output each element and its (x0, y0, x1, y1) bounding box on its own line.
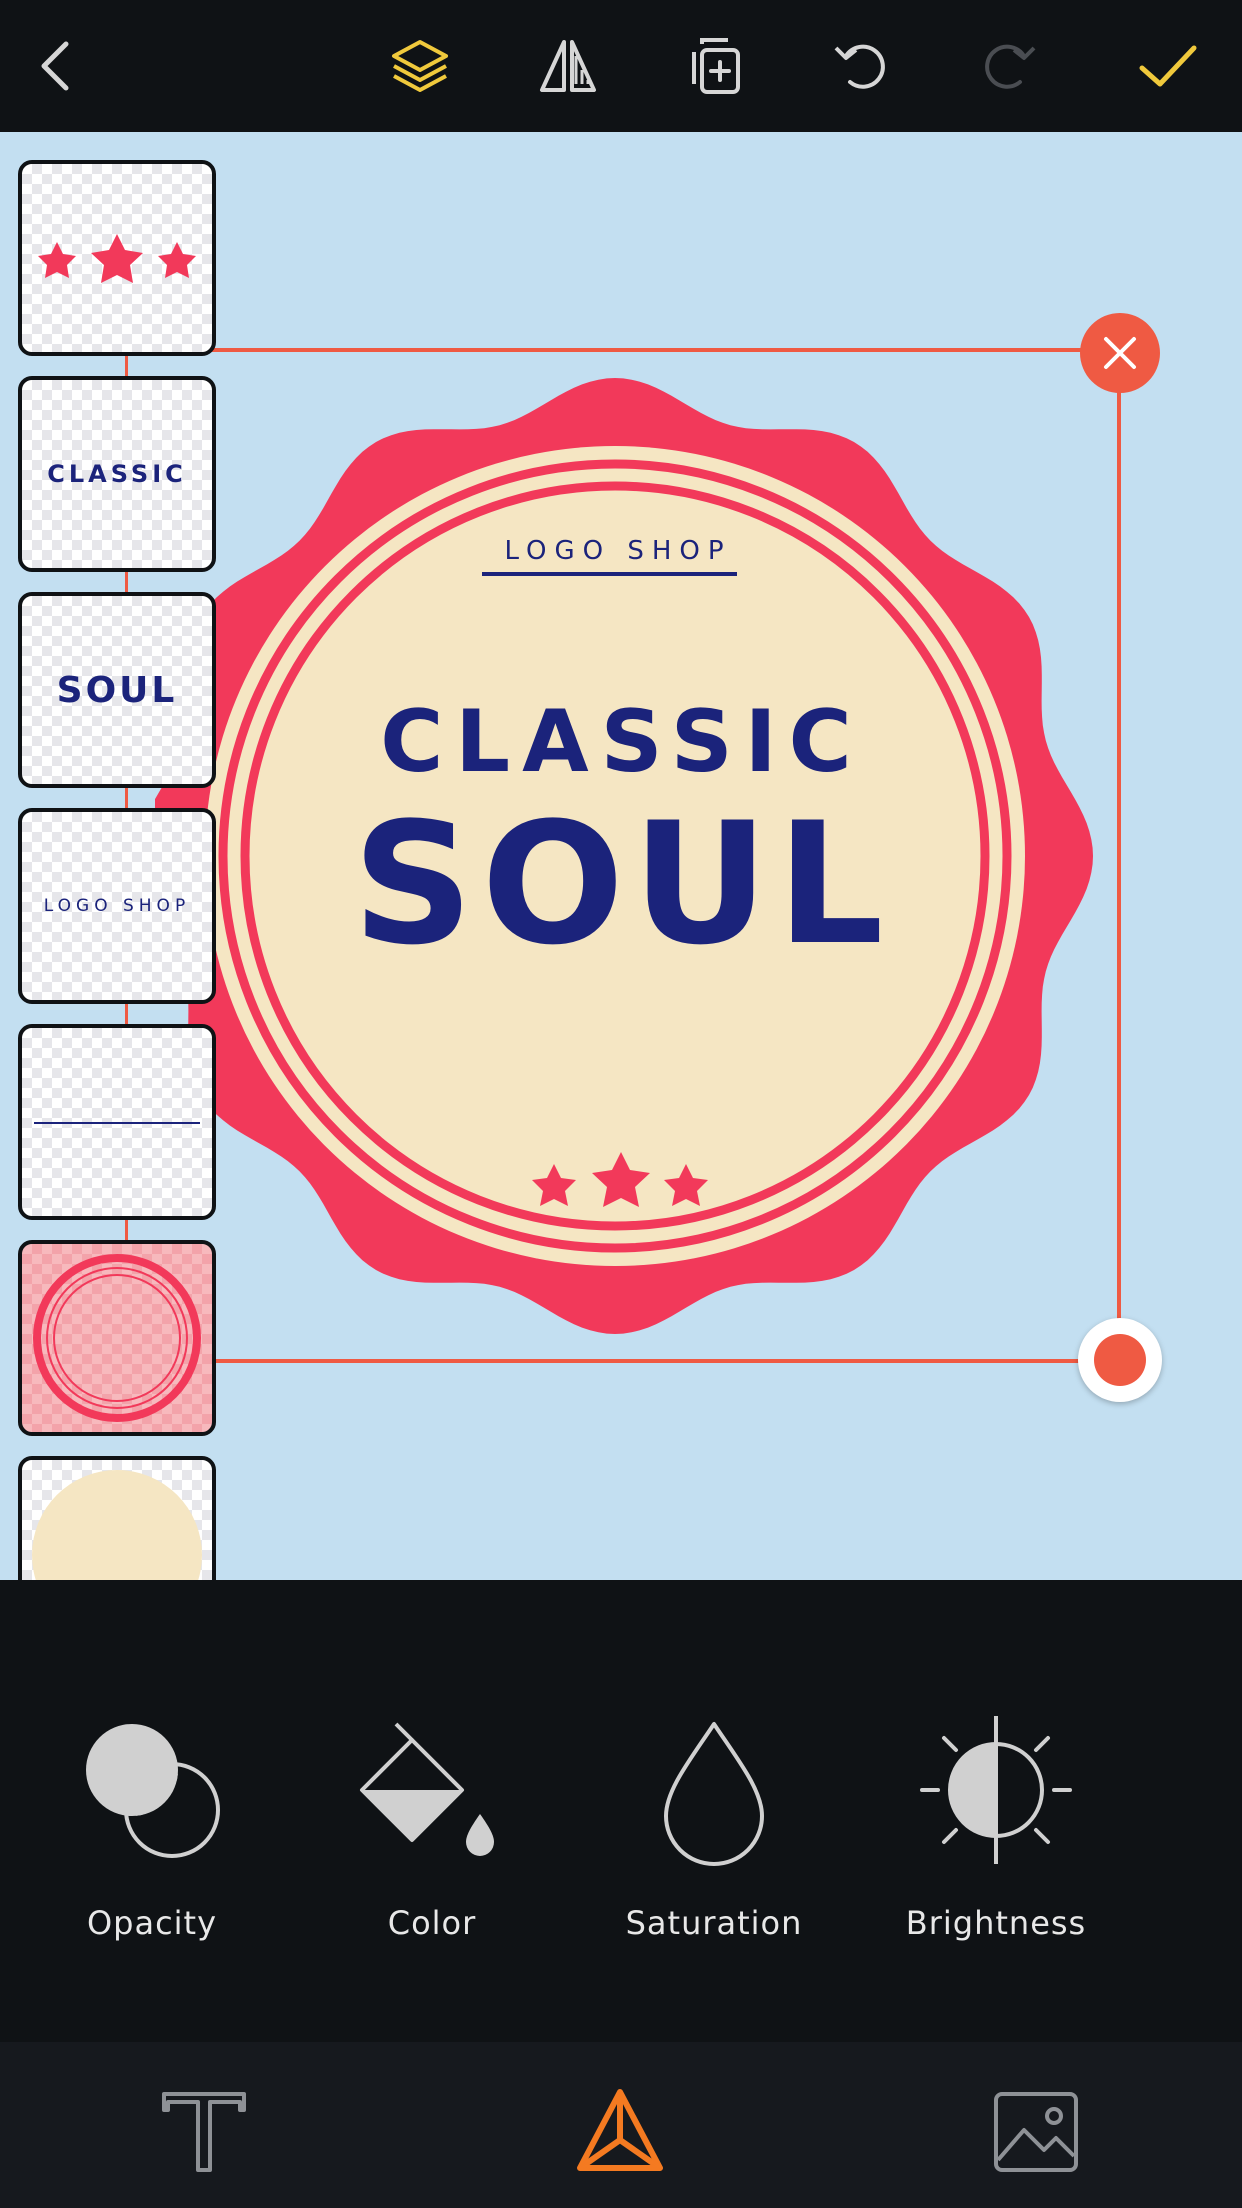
layers-panel: CLASSIC SOUL LOGO SHOP (18, 160, 216, 1580)
undo-icon (834, 44, 885, 89)
undo-button[interactable] (822, 26, 902, 106)
paint-bucket-icon (360, 1722, 494, 1856)
star-icon (38, 242, 76, 278)
layer-thumb-text: SOUL (56, 669, 178, 711)
flip-icon (540, 40, 596, 92)
tab-shapes[interactable] (570, 2082, 670, 2182)
layer-connector (125, 1004, 128, 1024)
top-toolbar (0, 0, 1242, 132)
shape-icon (577, 2089, 663, 2171)
star-icon (158, 242, 196, 278)
flip-button[interactable] (528, 26, 608, 106)
droplet-icon (664, 1722, 764, 1866)
line-thumbnail (34, 1122, 200, 1124)
resize-handle-dot (1094, 1334, 1146, 1386)
layer-thumb-badge-frame[interactable] (18, 1240, 216, 1436)
redo-button[interactable] (968, 26, 1048, 106)
stars-thumbnail (38, 234, 196, 283)
layer-thumb-line[interactable] (18, 1024, 216, 1220)
layer-connector (125, 356, 128, 376)
selection-box[interactable] (155, 348, 1121, 1363)
tool-label: Saturation (625, 1904, 803, 1942)
tool-label: Color (387, 1904, 477, 1942)
back-button[interactable] (18, 26, 98, 106)
brightness-icon (920, 1716, 1072, 1864)
layer-thumb-cream-circle[interactable] (18, 1456, 216, 1580)
text-icon (162, 2092, 246, 2172)
saturation-tool[interactable]: Saturation (594, 1710, 834, 1950)
layer-connector (125, 572, 128, 592)
resize-handle[interactable] (1078, 1318, 1162, 1402)
tab-text[interactable] (154, 2082, 254, 2182)
tool-label: Brightness (905, 1904, 1087, 1942)
layer-connector (125, 1220, 128, 1240)
delete-button[interactable] (1080, 313, 1160, 393)
badge-frame-thumbnail (33, 1254, 201, 1422)
tool-label: Opacity (86, 1904, 218, 1942)
tab-images[interactable] (986, 2082, 1086, 2182)
layer-thumb-soul[interactable]: SOUL (18, 592, 216, 788)
layers-icon (392, 40, 448, 92)
layer-thumb-text: CLASSIC (47, 460, 187, 488)
layer-connector (125, 788, 128, 808)
color-tool[interactable]: Color (312, 1710, 552, 1950)
duplicate-button[interactable] (676, 26, 756, 106)
checkmark-icon (1139, 45, 1197, 87)
done-button[interactable] (1128, 26, 1208, 106)
opacity-tool[interactable]: Opacity (32, 1710, 272, 1950)
cream-circle-thumbnail (32, 1470, 202, 1580)
layer-thumb-stars[interactable] (18, 160, 216, 356)
layer-thumb-text: LOGO SHOP (43, 896, 191, 916)
redo-icon (985, 44, 1036, 89)
image-icon (994, 2092, 1078, 2172)
layers-button[interactable] (380, 26, 460, 106)
layer-thumb-classic[interactable]: CLASSIC (18, 376, 216, 572)
duplicate-icon (692, 38, 740, 94)
bottom-tab-bar (0, 2042, 1242, 2208)
star-icon (91, 234, 143, 283)
brightness-tool[interactable]: Brightness (876, 1710, 1116, 1950)
back-icon (41, 41, 69, 91)
opacity-icon (86, 1724, 220, 1858)
close-icon (1104, 337, 1136, 369)
layer-thumb-logo-shop[interactable]: LOGO SHOP (18, 808, 216, 1004)
adjustments-panel: Opacity Color Saturation Brightness (0, 1580, 1242, 2042)
